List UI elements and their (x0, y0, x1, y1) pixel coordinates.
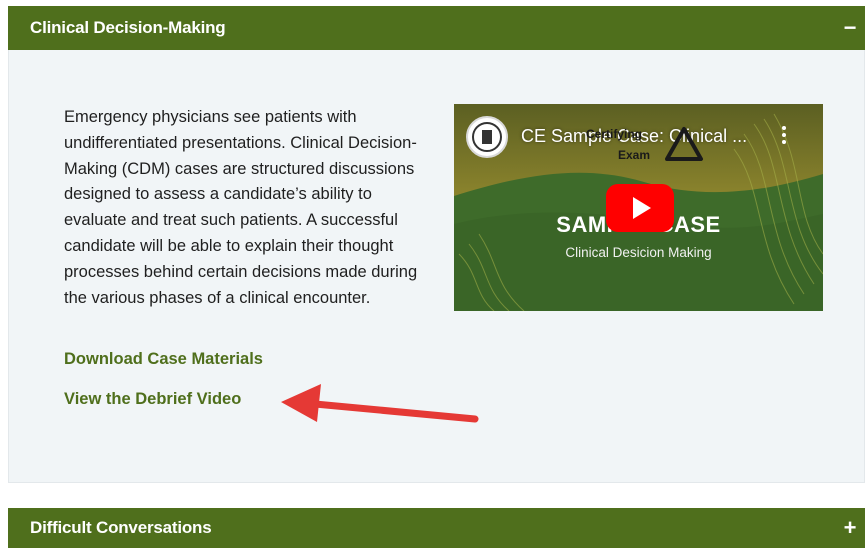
exam-badge-text: Exam (618, 148, 651, 162)
download-case-materials-link[interactable]: Download Case Materials (64, 350, 263, 369)
triangle-logo-icon (665, 127, 703, 161)
annotation-arrow-icon (281, 384, 479, 423)
channel-seal-icon[interactable] (466, 116, 508, 158)
video-subtitle: Clinical Desicion Making (565, 245, 712, 260)
view-debrief-video-link[interactable]: View the Debrief Video (64, 390, 241, 409)
play-icon[interactable] (606, 184, 674, 232)
certifying-badge-text: Certifying (586, 127, 643, 141)
expand-icon[interactable]: + (843, 517, 857, 539)
accordion-difficult-conversations: Difficult Conversations + (8, 508, 865, 548)
accordion-header-difficult-conversations[interactable]: Difficult Conversations + (8, 508, 865, 548)
accordion-header-clinical-decision-making[interactable]: Clinical Decision-Making − (8, 6, 865, 50)
kebab-menu-icon[interactable] (781, 126, 787, 144)
collapse-icon[interactable]: − (843, 17, 857, 39)
case-description: Emergency physicians see patients with u… (64, 108, 418, 307)
video-embed[interactable]: CE Sample Case: Clinical ... Certifying … (454, 104, 823, 311)
accordion-title: Difficult Conversations (30, 518, 212, 537)
accordion-title: Clinical Decision-Making (30, 18, 226, 37)
